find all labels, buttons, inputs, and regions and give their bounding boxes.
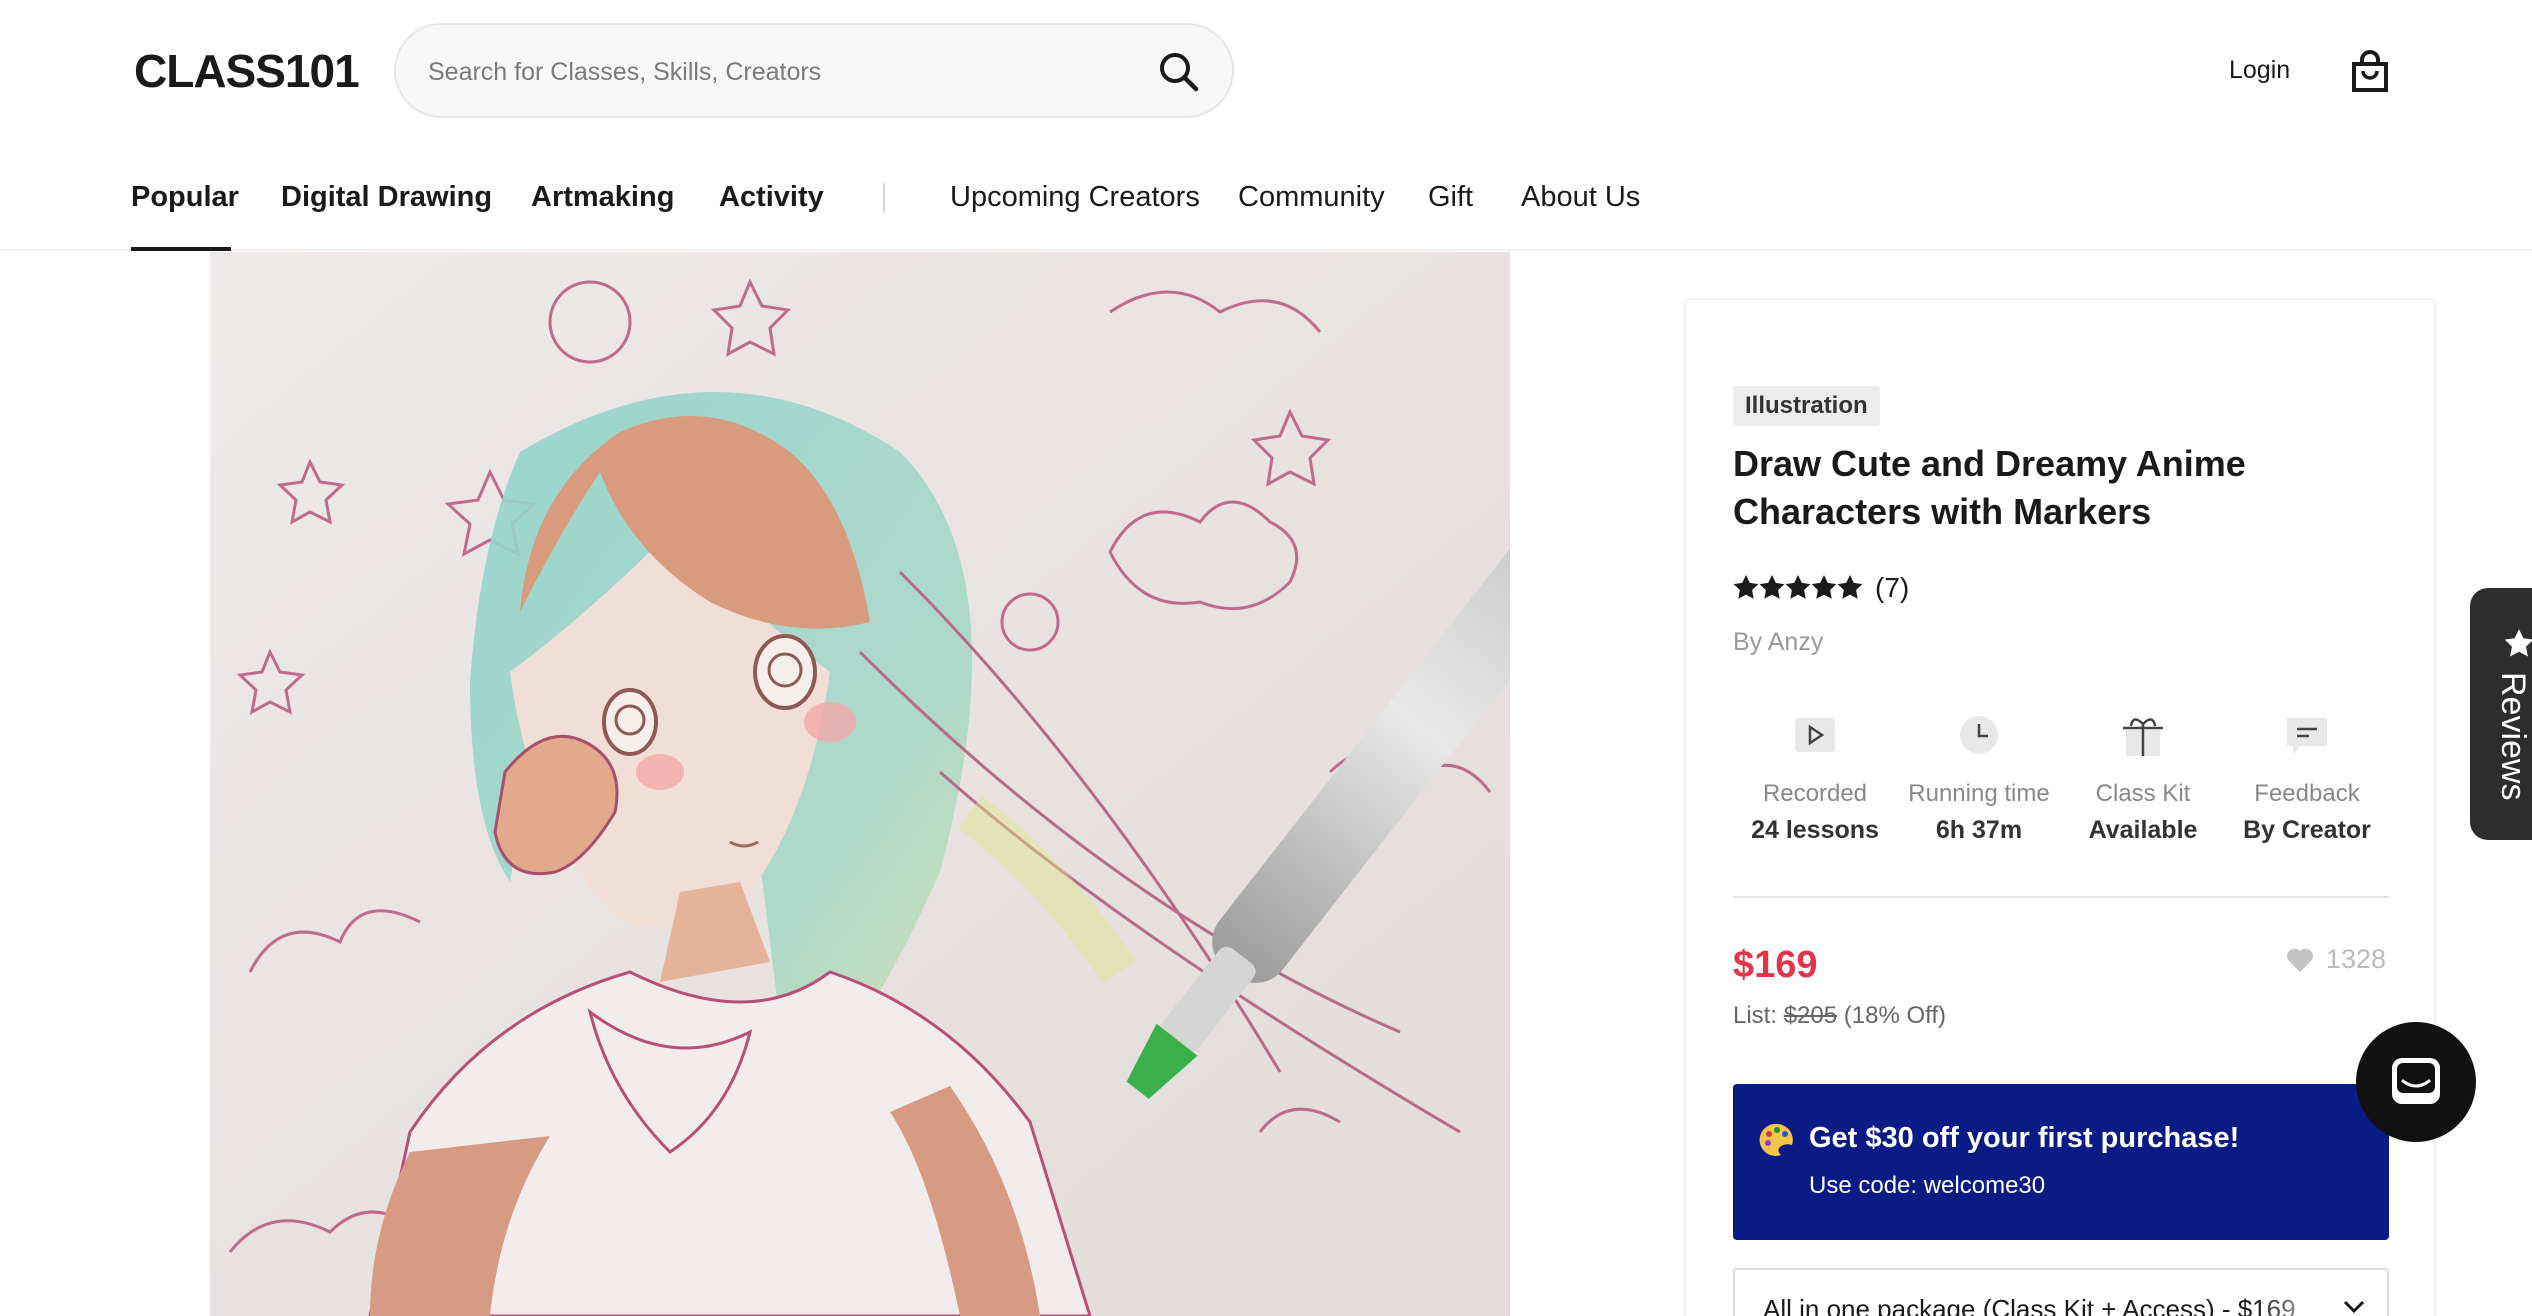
- star-icon: [1733, 575, 1863, 599]
- nav-gift[interactable]: Gift: [1428, 181, 1473, 214]
- top-header: CLASS101 Login: [0, 0, 2532, 145]
- gift-icon: [2120, 712, 2166, 758]
- nav-divider: [883, 183, 885, 213]
- list-price: List: $205 (18% Off): [1733, 1002, 1946, 1030]
- nav-about-us[interactable]: About Us: [1521, 181, 1640, 214]
- class101-logo[interactable]: CLASS101: [134, 44, 360, 98]
- stat-feedback: Feedback By Creator: [2225, 712, 2389, 845]
- reviews-label: Reviews: [2494, 672, 2532, 801]
- promo-banner[interactable]: Get $30 off your first purchase! Use cod…: [1733, 1084, 2389, 1240]
- class-title: Draw Cute and Dreamy Anime Characters wi…: [1733, 443, 2246, 532]
- stat-value: 24 lessons: [1751, 816, 1879, 844]
- list-label: List:: [1733, 1002, 1778, 1029]
- package-select[interactable]: All in one package (Class Kit + Access) …: [1733, 1268, 2389, 1316]
- package-selected-option: All in one package (Class Kit + Access) …: [1763, 1294, 2296, 1316]
- login-link[interactable]: Login: [2229, 56, 2290, 85]
- star-icon: [2504, 628, 2532, 663]
- category-tag[interactable]: Illustration: [1733, 386, 1880, 426]
- stat-recorded: Recorded 24 lessons: [1733, 712, 1897, 845]
- nav-popular[interactable]: Popular: [131, 181, 239, 214]
- clock-icon: [1956, 712, 2002, 758]
- feedback-icon: [2284, 712, 2330, 758]
- creator-link[interactable]: By Anzy: [1733, 628, 1823, 657]
- package-fade: [2257, 1270, 2337, 1316]
- chevron-down-icon: [2343, 1300, 2365, 1316]
- search-bar[interactable]: [394, 23, 1234, 118]
- nav-community[interactable]: Community: [1238, 181, 1385, 214]
- rating-count: (7): [1875, 572, 1910, 603]
- rating-stars: [1733, 574, 1865, 602]
- promo-code: Use code: welcome30: [1809, 1172, 2046, 1199]
- reviews-side-tab[interactable]: Reviews: [2470, 588, 2532, 840]
- sale-price: $169: [1733, 944, 1818, 986]
- stat-label: Class Kit: [2095, 780, 2191, 807]
- chat-button[interactable]: [2356, 1022, 2476, 1142]
- stat-label: Feedback: [2254, 780, 2360, 807]
- like-button[interactable]: 1328: [2286, 944, 2386, 975]
- class-stats: Recorded 24 lessons Running time 6h 37m …: [1733, 712, 2389, 898]
- class-info-panel: Illustration Draw Cute and Dreamy Anime …: [1684, 298, 2436, 1316]
- search-icon[interactable]: [1156, 49, 1202, 95]
- chat-icon: [2392, 1058, 2440, 1104]
- stat-value: 6h 37m: [1935, 816, 2023, 844]
- active-tab-indicator: [131, 247, 231, 251]
- nav-artmaking[interactable]: Artmaking: [531, 181, 674, 214]
- promo-title: Get $30 off your first purchase!: [1809, 1122, 2240, 1154]
- stat-class-kit: Class Kit Available: [2061, 712, 2225, 845]
- stat-value: By Creator: [2243, 816, 2371, 844]
- stat-label: Recorded: [1762, 780, 1868, 807]
- category-nav: Popular Digital Drawing Artmaking Activi…: [0, 145, 2532, 251]
- rating[interactable]: (7): [1733, 572, 1909, 604]
- heart-icon: [2286, 948, 2313, 972]
- discount-percent: (18% Off): [1843, 1002, 1947, 1029]
- nav-digital-drawing[interactable]: Digital Drawing: [281, 181, 492, 214]
- original-price: $205: [1783, 1002, 1838, 1029]
- stat-running-time: Running time 6h 37m: [1897, 712, 2061, 845]
- search-input[interactable]: [428, 49, 1128, 95]
- stat-value: Available: [2088, 816, 2198, 844]
- class-hero-image[interactable]: [210, 252, 1510, 1316]
- play-icon: [1792, 712, 1838, 758]
- stat-label: Running time: [1908, 780, 2050, 807]
- nav-activity[interactable]: Activity: [719, 181, 824, 214]
- like-count: 1328: [2325, 944, 2386, 974]
- palette-icon: [1759, 1122, 1795, 1158]
- shopping-bag-icon[interactable]: [2350, 50, 2390, 94]
- nav-upcoming-creators[interactable]: Upcoming Creators: [950, 181, 1200, 214]
